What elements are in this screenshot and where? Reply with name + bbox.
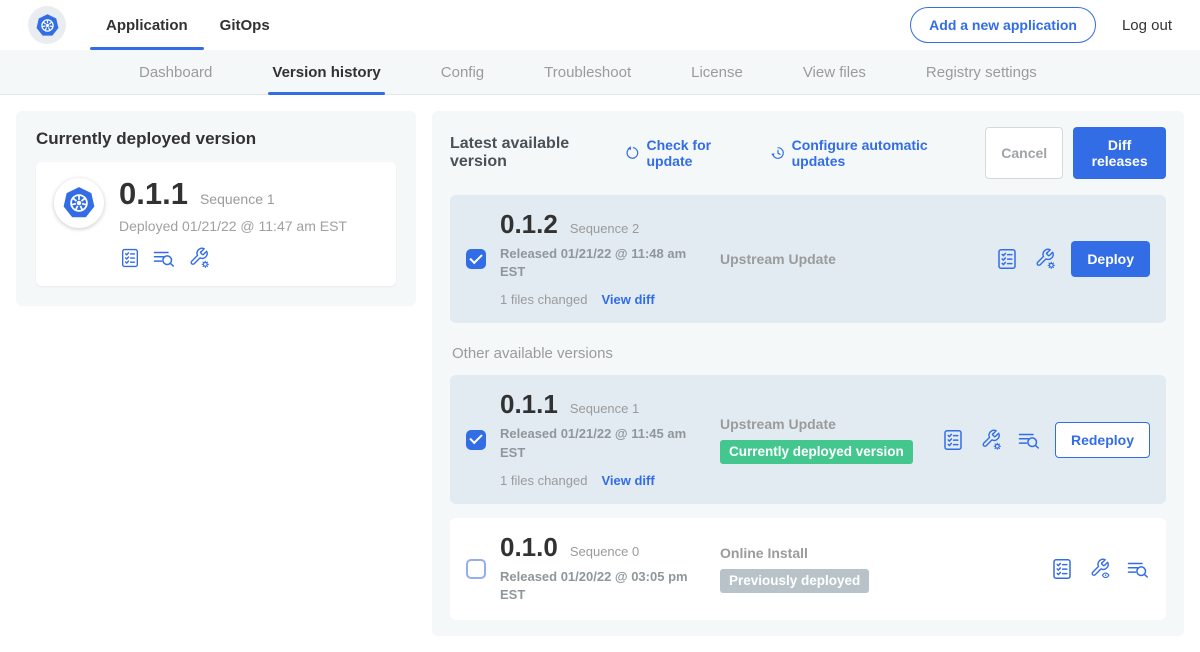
version-checkbox[interactable] bbox=[466, 430, 486, 450]
other-versions-title: Other available versions bbox=[452, 345, 1164, 362]
tab-dashboard-label: Dashboard bbox=[139, 64, 212, 81]
version-actions: Redeploy bbox=[941, 422, 1150, 458]
preflight-checklist-icon[interactable] bbox=[941, 428, 965, 452]
kubernetes-logo-icon bbox=[28, 6, 66, 44]
preflight-checklist-icon[interactable] bbox=[995, 247, 1019, 271]
currently-deployed-badge: Currently deployed version bbox=[720, 440, 913, 464]
version-checkbox[interactable] bbox=[466, 559, 486, 579]
logout-button[interactable]: Log out bbox=[1122, 17, 1172, 34]
deployed-timestamp: Deployed 01/21/22 @ 11:47 am EST bbox=[119, 218, 347, 234]
view-config-icon[interactable] bbox=[1088, 557, 1112, 581]
redeploy-button[interactable]: Redeploy bbox=[1055, 422, 1150, 458]
tab-dashboard[interactable]: Dashboard bbox=[139, 50, 212, 95]
version-source: Upstream Update bbox=[712, 251, 995, 267]
files-changed-label: 1 files changed bbox=[500, 292, 587, 307]
latest-available-panel: Latest available version Check for updat… bbox=[432, 111, 1184, 636]
version-info: 0.1.1 Sequence 1 Released 01/21/22 @ 11:… bbox=[500, 391, 712, 487]
tab-gitops-label: GitOps bbox=[220, 17, 270, 34]
top-nav-right: Add a new application Log out bbox=[910, 7, 1172, 43]
deployed-sequence-label: Sequence 1 bbox=[200, 191, 275, 207]
deployed-actions bbox=[119, 246, 347, 270]
tab-license-label: License bbox=[691, 64, 743, 81]
tab-registry-settings[interactable]: Registry settings bbox=[926, 50, 1037, 95]
deployed-version-number: 0.1.1 bbox=[119, 178, 188, 209]
version-info: 0.1.2 Sequence 2 Released 01/21/22 @ 11:… bbox=[500, 211, 712, 307]
top-tabs: Application GitOps bbox=[90, 0, 286, 50]
view-diff-link[interactable]: View diff bbox=[601, 473, 654, 488]
version-row-0-1-0: 0.1.0 Sequence 0 Released 01/20/22 @ 03:… bbox=[450, 518, 1166, 620]
tab-config-label: Config bbox=[441, 64, 484, 81]
deployed-version-card: 0.1.1 Sequence 1 Deployed 01/21/22 @ 11:… bbox=[36, 162, 396, 286]
released-timestamp: Released 01/21/22 @ 11:48 am EST bbox=[500, 245, 694, 281]
version-source: Upstream Update Currently deployed versi… bbox=[712, 416, 941, 464]
tab-registry-settings-label: Registry settings bbox=[926, 64, 1037, 81]
version-actions: Deploy bbox=[995, 241, 1150, 277]
deploy-logs-icon[interactable] bbox=[1017, 428, 1041, 452]
version-actions bbox=[1050, 557, 1150, 581]
diff-releases-button[interactable]: Diff releases bbox=[1073, 127, 1166, 179]
source-label: Online Install bbox=[720, 545, 1050, 561]
tab-application-label: Application bbox=[106, 17, 188, 34]
tab-troubleshoot[interactable]: Troubleshoot bbox=[544, 50, 631, 95]
previously-deployed-badge: Previously deployed bbox=[720, 569, 869, 593]
main-content: Currently deployed version 0.1.1 Sequenc… bbox=[0, 95, 1200, 652]
sequence-label: Sequence 1 bbox=[570, 401, 639, 416]
preflight-checklist-icon[interactable] bbox=[1050, 557, 1074, 581]
check-for-update-label: Check for update bbox=[647, 137, 748, 169]
deployed-version-info: 0.1.1 Sequence 1 Deployed 01/21/22 @ 11:… bbox=[119, 178, 347, 270]
preflight-checklist-icon[interactable] bbox=[119, 247, 141, 269]
version-number: 0.1.0 bbox=[500, 534, 558, 560]
version-number: 0.1.1 bbox=[500, 391, 558, 417]
source-label: Upstream Update bbox=[720, 416, 941, 432]
view-diff-link[interactable]: View diff bbox=[601, 292, 654, 307]
top-nav: Application GitOps Add a new application… bbox=[0, 0, 1200, 50]
source-label: Upstream Update bbox=[720, 251, 995, 267]
tab-version-history-label: Version history bbox=[272, 64, 380, 81]
cancel-button[interactable]: Cancel bbox=[985, 127, 1063, 179]
diff-controls: Cancel Diff releases bbox=[985, 127, 1166, 179]
check-for-update-link[interactable]: Check for update bbox=[625, 137, 748, 169]
deploy-logs-icon[interactable] bbox=[1126, 557, 1150, 581]
latest-available-title: Latest available version bbox=[450, 135, 611, 171]
version-checkbox[interactable] bbox=[466, 249, 486, 269]
schedule-icon bbox=[770, 144, 786, 162]
currently-deployed-panel: Currently deployed version 0.1.1 Sequenc… bbox=[16, 111, 416, 306]
sequence-label: Sequence 2 bbox=[570, 221, 639, 236]
configure-automatic-updates-label: Configure automatic updates bbox=[792, 137, 964, 169]
app-kubernetes-icon bbox=[54, 178, 104, 228]
version-row-0-1-1: 0.1.1 Sequence 1 Released 01/21/22 @ 11:… bbox=[450, 375, 1166, 503]
tab-application[interactable]: Application bbox=[90, 0, 204, 50]
version-info: 0.1.0 Sequence 0 Released 01/20/22 @ 03:… bbox=[500, 534, 712, 604]
edit-config-icon[interactable] bbox=[1033, 247, 1057, 271]
tab-version-history[interactable]: Version history bbox=[272, 50, 380, 95]
edit-config-icon[interactable] bbox=[187, 246, 211, 270]
sequence-label: Sequence 0 bbox=[570, 544, 639, 559]
version-number: 0.1.2 bbox=[500, 211, 558, 237]
tab-troubleshoot-label: Troubleshoot bbox=[544, 64, 631, 81]
version-row-0-1-2: 0.1.2 Sequence 2 Released 01/21/22 @ 11:… bbox=[450, 195, 1166, 323]
currently-deployed-title: Currently deployed version bbox=[36, 129, 396, 149]
tab-license[interactable]: License bbox=[691, 50, 743, 95]
refresh-icon bbox=[625, 144, 641, 162]
version-source: Online Install Previously deployed bbox=[712, 545, 1050, 593]
tab-view-files-label: View files bbox=[803, 64, 866, 81]
edit-config-icon[interactable] bbox=[979, 428, 1003, 452]
app-sub-nav: Dashboard Version history Config Trouble… bbox=[0, 50, 1200, 95]
tab-config[interactable]: Config bbox=[441, 50, 484, 95]
released-timestamp: Released 01/20/22 @ 03:05 pm EST bbox=[500, 568, 694, 604]
add-new-application-button[interactable]: Add a new application bbox=[910, 7, 1096, 43]
files-changed-label: 1 files changed bbox=[500, 473, 587, 488]
tab-view-files[interactable]: View files bbox=[803, 50, 866, 95]
released-timestamp: Released 01/21/22 @ 11:45 am EST bbox=[500, 425, 694, 461]
deploy-button[interactable]: Deploy bbox=[1071, 241, 1150, 277]
tab-gitops[interactable]: GitOps bbox=[204, 0, 286, 50]
deploy-logs-icon[interactable] bbox=[152, 246, 176, 270]
configure-automatic-updates-link[interactable]: Configure automatic updates bbox=[770, 137, 964, 169]
latest-available-header: Latest available version Check for updat… bbox=[450, 127, 1166, 179]
